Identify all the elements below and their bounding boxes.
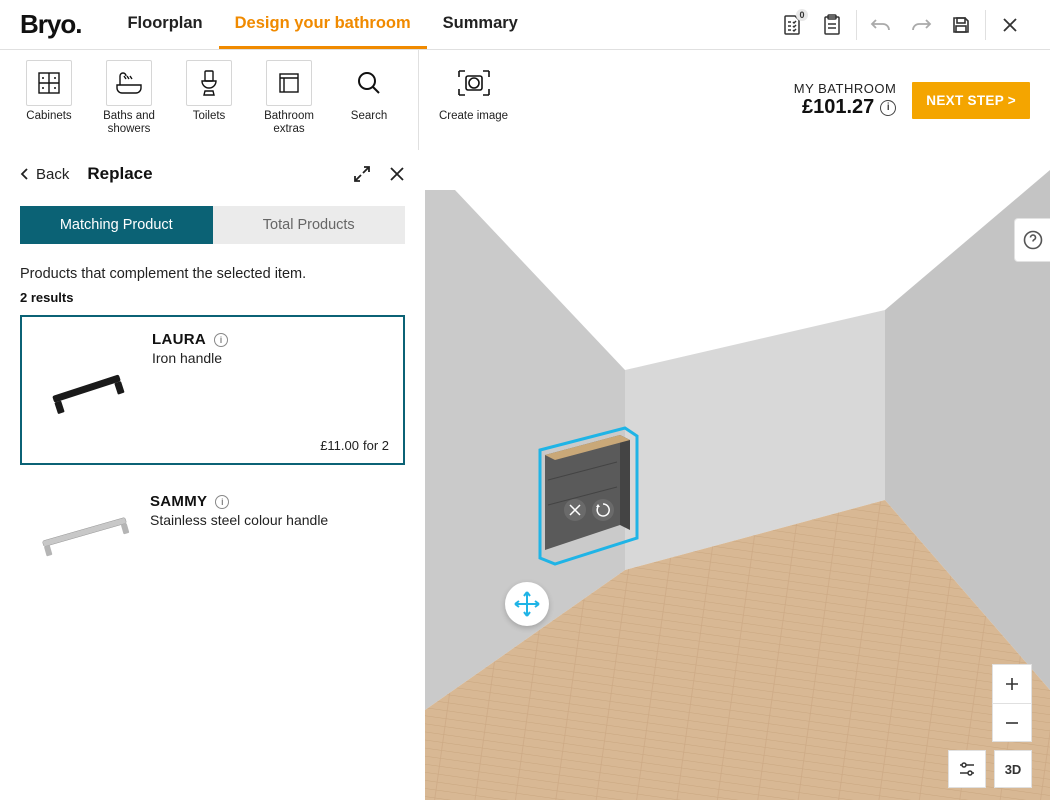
product-desc: Stainless steel colour handle — [150, 512, 391, 528]
category-search[interactable]: Search — [335, 60, 403, 150]
handle-black-icon — [37, 365, 137, 415]
clipboard-icon — [823, 14, 841, 36]
zoom-in-button[interactable] — [993, 665, 1031, 703]
tab-total[interactable]: Total Products — [213, 206, 406, 244]
product-desc: Iron handle — [152, 350, 389, 366]
category-label: Bathroom extras — [255, 110, 323, 136]
undo-button[interactable] — [861, 5, 901, 45]
cabinet-icon — [35, 69, 63, 97]
view-settings-button[interactable] — [948, 750, 986, 788]
camera-icon — [457, 69, 491, 97]
bath-icon — [114, 71, 144, 95]
help-button[interactable] — [1014, 218, 1050, 262]
product-card[interactable]: SAMMY i Stainless steel colour handle — [20, 479, 405, 589]
product-thumb — [20, 479, 150, 589]
close-app-button[interactable] — [990, 5, 1030, 45]
category-extras[interactable]: Bathroom extras — [255, 60, 323, 150]
expand-button[interactable] — [353, 165, 371, 183]
sliders-icon — [958, 761, 976, 777]
close-panel-button[interactable] — [389, 166, 405, 182]
category-cabinets[interactable]: Cabinets — [15, 60, 83, 150]
save-button[interactable] — [941, 5, 981, 45]
back-button[interactable]: Back — [20, 166, 69, 183]
project-name: MY BATHROOM — [794, 81, 897, 96]
help-icon — [1023, 230, 1043, 250]
logo: Bryo. — [20, 9, 81, 40]
panel-description: Products that complement the selected it… — [0, 244, 425, 290]
tab-design[interactable]: Design your bathroom — [219, 0, 427, 49]
save-icon — [951, 15, 971, 35]
zoom-controls — [992, 664, 1032, 742]
product-name: SAMMY — [150, 493, 207, 510]
document-badge: 0 — [796, 9, 808, 21]
move-icon — [512, 589, 542, 619]
close-icon — [389, 166, 405, 182]
handle-steel-icon — [30, 509, 140, 559]
create-image-label: Create image — [439, 110, 508, 123]
room-render — [425, 150, 1050, 800]
minus-icon — [1005, 716, 1019, 730]
price-info-button[interactable]: i — [880, 100, 896, 116]
results-count: 2 results — [0, 290, 425, 315]
clipboard-button[interactable] — [812, 5, 852, 45]
3d-canvas[interactable]: 3D — [425, 150, 1050, 800]
nav-tabs: Floorplan Design your bathroom Summary — [111, 0, 533, 49]
tab-floorplan[interactable]: Floorplan — [111, 0, 218, 49]
redo-button[interactable] — [901, 5, 941, 45]
toilet-icon — [198, 69, 220, 97]
header-separator-2 — [985, 10, 986, 40]
product-footer: £11.00 for 2 — [320, 438, 389, 453]
search-icon — [355, 69, 383, 97]
project-info: MY BATHROOM £101.27 i — [794, 81, 897, 119]
product-thumb — [22, 317, 152, 463]
tab-summary[interactable]: Summary — [427, 0, 534, 49]
document-list-button[interactable]: 0 — [772, 5, 812, 45]
category-baths[interactable]: Baths and showers — [95, 60, 163, 150]
product-card[interactable]: LAURA i Iron handle £11.00 for 2 — [20, 315, 405, 465]
chevron-left-icon — [20, 167, 30, 181]
project-price: £101.27 — [802, 96, 874, 119]
side-panel: Back Replace Matching Product Total Prod… — [0, 150, 425, 800]
product-info-button[interactable]: i — [215, 495, 229, 509]
product-price: £11.00 — [320, 438, 359, 453]
category-row: Cabinets Baths and showers Toilets Bathr… — [0, 50, 419, 150]
panel-title: Replace — [87, 164, 152, 184]
next-step-button[interactable]: NEXT STEP > — [912, 82, 1030, 119]
close-icon — [1001, 16, 1019, 34]
product-for: for 2 — [363, 438, 389, 453]
undo-icon — [870, 17, 892, 33]
towel-icon — [276, 70, 302, 96]
category-label: Cabinets — [26, 110, 71, 123]
plus-icon — [1005, 677, 1019, 691]
category-label: Search — [351, 110, 387, 123]
view-3d-button[interactable]: 3D — [994, 750, 1032, 788]
redo-icon — [910, 17, 932, 33]
back-label: Back — [36, 166, 69, 183]
move-handle[interactable] — [505, 582, 549, 626]
category-label: Toilets — [193, 110, 226, 123]
header-separator — [856, 10, 857, 40]
category-label: Baths and showers — [95, 110, 163, 136]
zoom-out-button[interactable] — [993, 703, 1031, 741]
product-name: LAURA — [152, 331, 206, 348]
product-info-button[interactable]: i — [214, 333, 228, 347]
category-toilets[interactable]: Toilets — [175, 60, 243, 150]
create-image-button[interactable]: Create image — [419, 50, 528, 150]
product-list: LAURA i Iron handle £11.00 for 2 SAMMY — [0, 315, 425, 589]
sub-tabs: Matching Product Total Products — [0, 206, 425, 244]
tab-matching[interactable]: Matching Product — [20, 206, 213, 244]
expand-icon — [353, 165, 371, 183]
